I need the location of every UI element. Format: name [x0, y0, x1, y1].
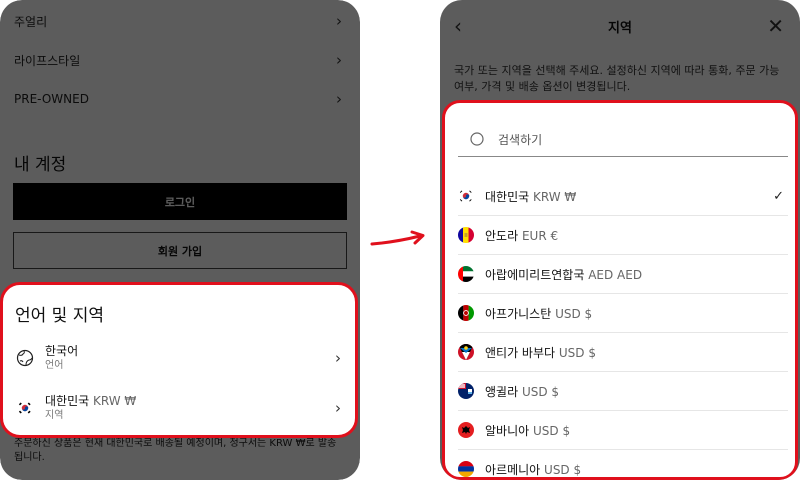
chevron-right-icon: ›: [335, 399, 341, 417]
search-bar: [458, 123, 788, 157]
language-region-title: 언어 및 지역: [15, 306, 105, 326]
country-name: 앵귈라: [485, 384, 519, 399]
menu-item-pre-owned[interactable]: PRE-OWNED ›: [14, 88, 342, 110]
region-header: ‹ 지역 ✕: [440, 0, 800, 52]
page-title: 지역: [608, 20, 632, 36]
account-section-title: 내 계정: [14, 155, 67, 175]
country-name: 대한민국: [485, 189, 530, 204]
flag-kr-icon: [15, 398, 35, 418]
country-name: 알바니아: [485, 423, 530, 438]
country-currency: USD $: [544, 462, 582, 477]
language-region-highlight: 언어 및 지역 한국어 언어 › 대한민국 KRW ₩ 지역 ›: [0, 282, 358, 438]
country-row-af[interactable]: 아프가니스탄 USD $: [458, 294, 788, 333]
country-name: 앤티가 바부다: [485, 345, 556, 360]
country-currency: KRW ₩: [533, 189, 577, 204]
country-currency: USD $: [555, 306, 593, 321]
country-name: 아르메니아: [485, 462, 541, 477]
flag-kr-icon: [458, 188, 474, 204]
menu-item-label: PRE-OWNED: [14, 92, 89, 106]
checkmark-icon: ✓: [773, 188, 784, 204]
flag-af-icon: [458, 305, 474, 321]
country-name: 아프가니스탄: [485, 306, 552, 321]
region-selection-panel: ‹ 지역 ✕ 국가 또는 지역을 선택해 주세요. 설정하신 지역에 따라 통화…: [440, 0, 800, 480]
red-arrow-icon: [370, 230, 425, 246]
country-row-ai[interactable]: 앵귈라 USD $: [458, 372, 788, 411]
shipping-note: 주문하신 상품은 현재 대한민국로 배송될 예정이며, 청구서는 KRW ₩로 …: [14, 438, 337, 463]
menu-item-label: 주얼리: [14, 14, 48, 29]
region-selector[interactable]: 대한민국 KRW ₩ 지역 ›: [15, 391, 341, 425]
country-currency: USD $: [558, 345, 596, 360]
flag-ag-icon: [458, 344, 474, 360]
flag-am-icon: [458, 461, 474, 477]
flag-ai-icon: [458, 383, 474, 399]
country-currency: USD $: [533, 423, 571, 438]
country-row-ad[interactable]: 안도라 EUR €: [458, 216, 788, 255]
region-description: 국가 또는 지역을 선택해 주세요. 설정하신 지역에 따라 통화, 주문 가능…: [454, 64, 780, 93]
chevron-right-icon: ›: [336, 51, 342, 69]
region-list-highlight: 대한민국 KRW ₩ ✓ 안도라 EUR €: [442, 100, 798, 480]
chevron-right-icon: ›: [336, 12, 342, 30]
flag-al-icon: [458, 422, 474, 438]
country-row-ae[interactable]: 아랍에미리트연합국 AED AED: [458, 255, 788, 294]
search-icon: [466, 128, 490, 152]
country-row-kr[interactable]: 대한민국 KRW ₩ ✓: [458, 177, 788, 216]
country-currency: AED AED: [588, 267, 643, 282]
country-name: 아랍에미리트연합국: [485, 267, 585, 282]
region-currency: KRW ₩: [93, 394, 137, 408]
login-button[interactable]: 로그인: [13, 183, 347, 220]
country-name: 안도라: [485, 228, 519, 243]
close-icon[interactable]: ✕: [767, 14, 784, 38]
language-value: 한국어: [45, 344, 79, 358]
search-input[interactable]: [498, 132, 748, 147]
chevron-right-icon: ›: [335, 349, 341, 367]
country-row-ag[interactable]: 앤티가 바부다 USD $: [458, 333, 788, 372]
region-sublabel: 지역: [45, 410, 64, 421]
menu-item-lifestyle[interactable]: 라이프스타일 ›: [14, 49, 342, 71]
chevron-right-icon: ›: [336, 90, 342, 108]
country-currency: EUR €: [521, 228, 559, 243]
flag-ad-icon: [458, 227, 474, 243]
region-value: 대한민국: [45, 394, 90, 408]
country-currency: USD $: [521, 384, 560, 399]
country-row-am[interactable]: 아르메니아 USD $: [458, 450, 788, 477]
globe-icon: [15, 348, 35, 368]
menu-item-label: 라이프스타일: [14, 53, 81, 68]
flag-ae-icon: [458, 266, 474, 282]
signup-button[interactable]: 회원 가입: [13, 232, 347, 269]
chevron-left-icon[interactable]: ‹: [454, 14, 462, 38]
country-row-al[interactable]: 알바니아 USD $: [458, 411, 788, 450]
menu-item-jewelry[interactable]: 주얼리 ›: [14, 10, 342, 32]
language-selector[interactable]: 한국어 언어 ›: [15, 341, 341, 375]
account-menu-panel: 주얼리 › 라이프스타일 › PRE-OWNED › 내 계정 로그인 회원 가…: [0, 0, 360, 480]
language-sublabel: 언어: [45, 360, 64, 371]
